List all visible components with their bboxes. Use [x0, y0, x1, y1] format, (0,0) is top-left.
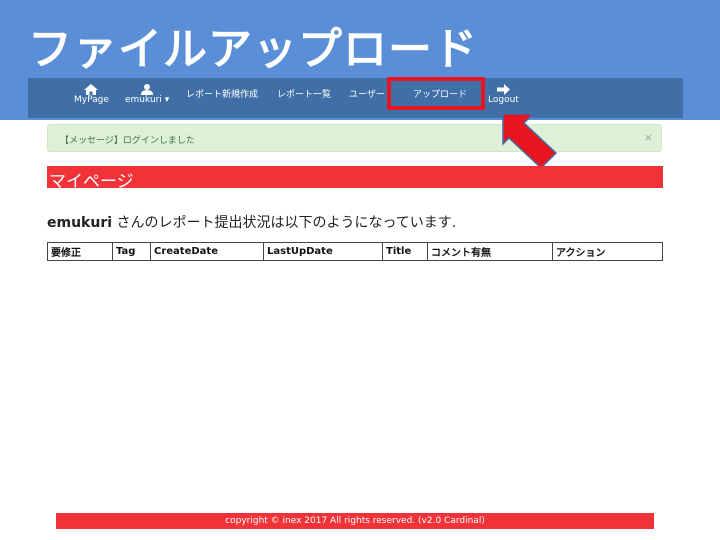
nav-report-list[interactable]: レポート一覧	[277, 87, 331, 100]
chevron-down-icon: ▾	[164, 95, 170, 105]
report-table: 要修正 Tag CreateDate LastUpDate Title コメント…	[47, 242, 663, 261]
close-icon[interactable]: ×	[644, 131, 653, 144]
col-title: Title	[382, 242, 428, 261]
pointer-arrow-icon	[502, 113, 558, 170]
nav-user-dropdown[interactable]: emukuri ▾	[125, 84, 169, 105]
nav-mypage[interactable]: MyPage	[74, 84, 109, 105]
page-title-bar: マイページ	[47, 166, 663, 192]
col-create-date: CreateDate	[150, 242, 264, 261]
nav-logout[interactable]: Logout	[488, 84, 519, 105]
col-last-update: LastUpDate	[263, 242, 383, 261]
col-comment: コメント有無	[427, 242, 553, 261]
logout-arrow-icon	[496, 84, 510, 95]
col-needs-fix: 要修正	[47, 242, 113, 261]
table-header-row: 要修正 Tag CreateDate LastUpDate Title コメント…	[47, 242, 663, 261]
user-icon	[141, 84, 154, 95]
page-title: マイページ	[49, 172, 134, 192]
nav-user-label: emukuri	[125, 95, 162, 105]
col-action: アクション	[552, 242, 663, 261]
nav-logout-label: Logout	[488, 95, 519, 105]
alert-message: 【メッセージ】ログインしました	[60, 136, 195, 146]
login-alert: 【メッセージ】ログインしました ×	[47, 124, 662, 152]
upload-highlight-box	[387, 77, 485, 110]
slide-title: ファイルアップロード	[28, 24, 478, 75]
footer: copyright © inex 2017 All rights reserve…	[56, 513, 654, 529]
nav-report-new[interactable]: レポート新規作成	[186, 87, 258, 100]
navbar: MyPage emukuri ▾ レポート新規作成 レポート一覧 ユーザー アッ…	[28, 78, 683, 118]
report-status-text: emukuri さんのレポート提出状況は以下のようになっています.	[47, 212, 456, 232]
status-username: emukuri	[47, 215, 113, 231]
status-description: さんのレポート提出状況は以下のようになっています.	[112, 215, 457, 231]
nav-mypage-label: MyPage	[74, 95, 109, 105]
nav-user-menu[interactable]: ユーザー	[349, 87, 385, 100]
home-icon	[84, 84, 99, 95]
col-tag: Tag	[112, 242, 151, 261]
